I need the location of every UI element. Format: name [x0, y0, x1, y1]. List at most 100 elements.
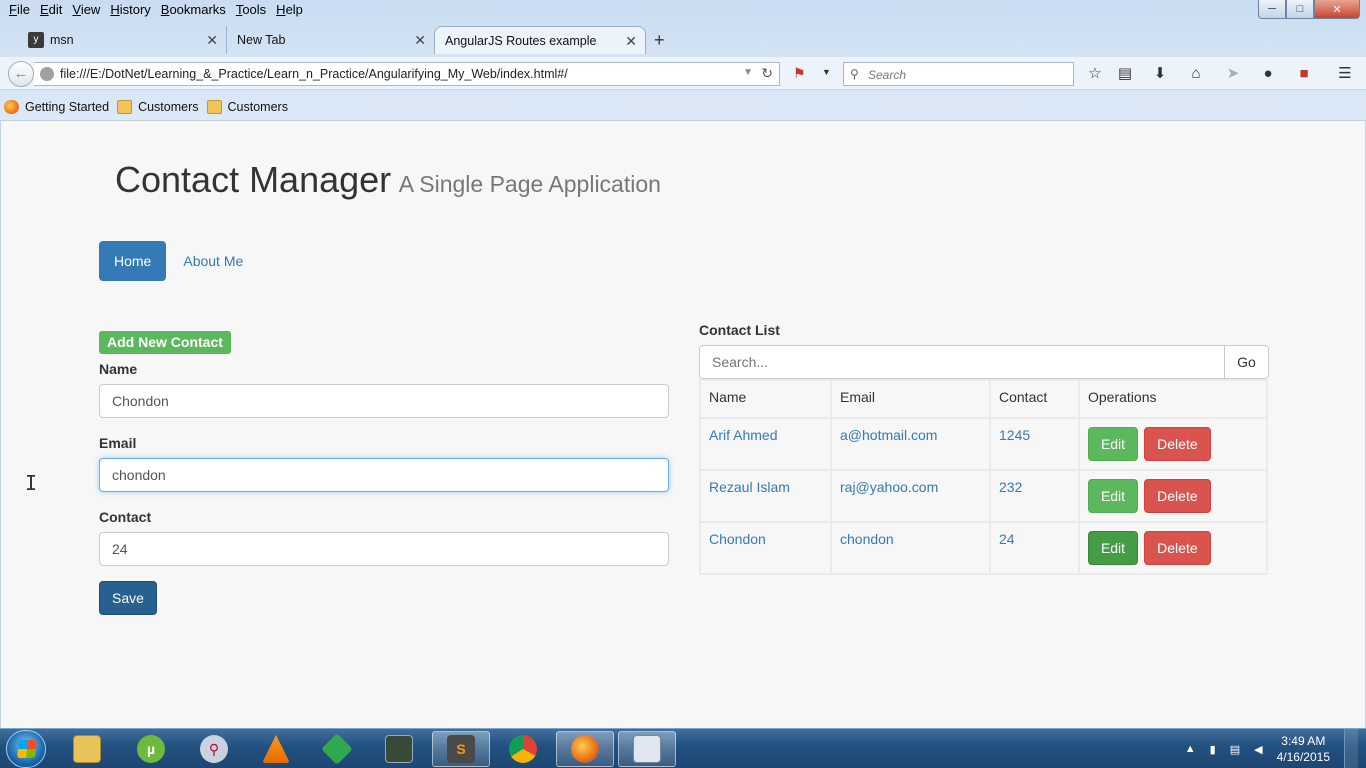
close-icon[interactable]: ✕ [206, 32, 218, 49]
taskbar-app[interactable] [308, 731, 366, 767]
taskbar-vlc[interactable] [247, 731, 305, 767]
hamburger-menu-icon[interactable]: ☰ [1334, 63, 1356, 85]
contact-number-link[interactable]: 232 [989, 469, 1080, 523]
delete-button[interactable]: Delete [1143, 427, 1211, 461]
taskbar-explorer[interactable] [58, 731, 116, 767]
tab-new-tab[interactable]: New Tab ✕ [226, 26, 434, 54]
menu-history[interactable]: History [105, 0, 155, 22]
show-desktop-button[interactable] [1344, 729, 1358, 768]
bookmark-customers[interactable]: Customers [117, 100, 199, 114]
tab-msn[interactable]: y msn ✕ [18, 26, 226, 54]
column-header-email: Email [830, 379, 991, 419]
taskbar-console[interactable] [370, 731, 428, 767]
email-input[interactable] [99, 458, 669, 492]
contact-input[interactable] [99, 532, 669, 566]
taskbar-sublime[interactable]: S [432, 731, 490, 767]
home-icon[interactable]: ⌂ [1185, 63, 1207, 85]
device-icon[interactable]: ▮ [1210, 743, 1216, 756]
delete-button[interactable]: Delete [1143, 531, 1211, 565]
nav-home[interactable]: Home [99, 241, 167, 281]
menu-file[interactable]: File [4, 0, 35, 22]
nav-about-me[interactable]: About Me [168, 241, 258, 281]
menu-view[interactable]: View [67, 0, 105, 22]
rss-folder-icon [206, 100, 222, 114]
chat-icon[interactable]: ● [1257, 63, 1279, 85]
name-input[interactable] [99, 384, 669, 418]
clock-date: 4/16/2015 [1276, 750, 1330, 764]
close-icon[interactable]: ✕ [625, 33, 637, 50]
taskbar-firefox[interactable] [556, 731, 614, 767]
network-icon[interactable]: ▤ [1230, 743, 1240, 756]
screen-recorder-icon [633, 735, 661, 763]
tab-strip: y msn ✕ New Tab ✕ AngularJS Routes examp… [0, 26, 1366, 54]
table-row: Arif Ahmed a@hotmail.com 1245 Edit Delet… [699, 417, 1268, 471]
delete-button[interactable]: Delete [1143, 479, 1211, 513]
contact-number-link[interactable]: 24 [989, 521, 1080, 575]
menu-edit[interactable]: Edit [35, 0, 67, 22]
reload-icon[interactable]: ↻ [761, 65, 773, 82]
browser-search-input[interactable]: ⚲ Search [843, 62, 1074, 86]
operations-cell: Edit Delete [1078, 521, 1268, 575]
bookmarks-toolbar: Getting Started Customers Customers [0, 95, 1366, 119]
web-page: Contact Manager A Single Page Applicatio… [1, 120, 1365, 728]
new-tab-plus-icon[interactable]: + [654, 30, 665, 51]
contact-name-link[interactable]: Chondon [699, 521, 832, 575]
url-text[interactable]: file:///E:/DotNet/Learning_&_Practice/Le… [60, 67, 568, 81]
search-placeholder: Search [868, 68, 907, 82]
tab-angularjs-routes[interactable]: AngularJS Routes example ✕ [434, 26, 646, 54]
operations-cell: Edit Delete [1078, 469, 1268, 523]
contact-name-link[interactable]: Arif Ahmed [699, 417, 832, 471]
extension-icon[interactable]: ■ [1293, 63, 1315, 85]
close-window-button[interactable]: ✕ [1314, 0, 1360, 19]
menu-tools[interactable]: Tools [231, 0, 271, 22]
contact-list-heading: Contact List [699, 322, 780, 338]
console-icon [385, 735, 413, 763]
bookmarks-list-icon[interactable]: ▤ [1114, 63, 1136, 85]
minimize-button[interactable]: ─ [1258, 0, 1286, 19]
bookmark-getting-started[interactable]: Getting Started [4, 100, 109, 114]
menu-bookmarks[interactable]: Bookmarks [156, 0, 231, 22]
maximize-button[interactable]: □ [1286, 0, 1314, 19]
table-row: Rezaul Islam raj@yahoo.com 232 Edit Dele… [699, 469, 1268, 523]
page-header: Contact Manager A Single Page Applicatio… [115, 159, 661, 201]
contact-email-link[interactable]: chondon [830, 521, 991, 575]
table-row: Chondon chondon 24 Edit Delete [699, 521, 1268, 575]
tray-expand-icon[interactable]: ▲ [1185, 743, 1196, 755]
search-icon: ⚲ [850, 67, 859, 81]
url-bar[interactable]: file:///E:/DotNet/Learning_&_Practice/Le… [34, 62, 780, 86]
contact-email-link[interactable]: raj@yahoo.com [830, 469, 991, 523]
download-icon[interactable]: ⬇ [1149, 63, 1171, 85]
chrome-icon [509, 735, 537, 763]
go-button[interactable]: Go [1224, 345, 1269, 379]
addon-dropdown-icon[interactable]: ▼ [822, 67, 831, 77]
taskbar-chrome[interactable] [494, 731, 552, 767]
menu-help[interactable]: Help [271, 0, 308, 22]
windows-logo-icon [17, 740, 37, 758]
contact-email-link[interactable]: a@hotmail.com [830, 417, 991, 471]
windows-taskbar: µ ⚲ S ▲ ▮ ▤ ◀ 3:49 AM 4/16/2015 [0, 728, 1366, 768]
back-arrow-icon[interactable]: ← [8, 61, 34, 87]
start-button[interactable] [6, 730, 46, 768]
send-icon[interactable]: ➤ [1222, 63, 1244, 85]
save-button[interactable]: Save [99, 581, 157, 615]
volume-icon[interactable]: ◀ [1254, 743, 1262, 756]
window-controls: ─ □ ✕ [1258, 0, 1360, 19]
bookmark-customers[interactable]: Customers [206, 100, 288, 114]
system-tray: ▲ ▮ ▤ ◀ 3:49 AM 4/16/2015 [1185, 729, 1358, 768]
bookmark-star-icon[interactable]: ☆ [1084, 63, 1106, 85]
close-icon[interactable]: ✕ [414, 32, 426, 49]
taskbar-tool[interactable]: ⚲ [185, 731, 243, 767]
green-app-icon [321, 733, 353, 765]
add-new-contact-badge: Add New Contact [99, 331, 231, 354]
contact-search-input[interactable] [699, 345, 1225, 379]
edit-button[interactable]: Edit [1088, 479, 1138, 513]
contact-name-link[interactable]: Rezaul Islam [699, 469, 832, 523]
edit-button[interactable]: Edit [1088, 427, 1138, 461]
taskbar-utorrent[interactable]: µ [122, 731, 180, 767]
clock[interactable]: 3:49 AM 4/16/2015 [1277, 733, 1330, 765]
url-dropdown-icon[interactable]: ▼ [743, 67, 753, 78]
taskbar-recorder[interactable] [618, 731, 676, 767]
contact-number-link[interactable]: 1245 [989, 417, 1080, 471]
edit-button[interactable]: Edit [1088, 531, 1138, 565]
addon-icon[interactable]: ⚑ [793, 65, 806, 82]
